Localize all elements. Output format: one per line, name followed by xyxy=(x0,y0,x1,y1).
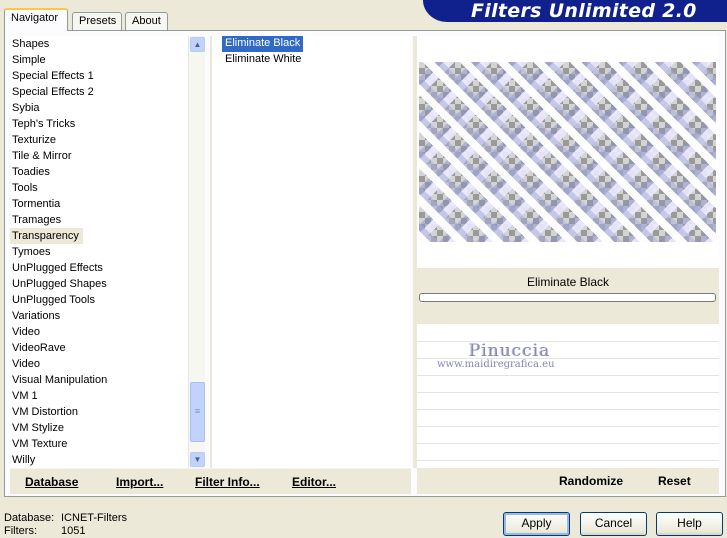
category-list[interactable]: Shapes Simple Special Effects 1 Special Eff… xyxy=(10,36,188,468)
category-item[interactable]: Tile & Mirror xyxy=(10,148,188,164)
filter-info-button-label: Filter Info... xyxy=(195,475,260,489)
parameter-row[interactable] xyxy=(417,445,719,461)
editor-button-label: Editor... xyxy=(292,475,337,489)
category-item[interactable]: VM 1 xyxy=(10,388,188,404)
help-button[interactable]: Help xyxy=(656,512,723,536)
tab-about[interactable]: About xyxy=(125,12,168,30)
splitter[interactable] xyxy=(210,36,212,468)
watermark-url: www.maidiregrafica.eu xyxy=(437,359,555,370)
editor-button[interactable]: Editor... xyxy=(292,475,336,489)
category-item[interactable]: Visual Manipulation xyxy=(10,372,188,388)
parameter-row[interactable] xyxy=(417,377,719,393)
title-banner: Filters Unlimited 2.0 xyxy=(423,0,727,22)
category-item[interactable]: Toadies xyxy=(10,164,188,180)
category-item[interactable]: Video xyxy=(10,356,188,372)
preview-filter-name: Eliminate Black xyxy=(526,275,610,289)
category-item[interactable]: Tramages xyxy=(10,212,188,228)
filter-item[interactable]: Eliminate White xyxy=(222,52,304,68)
category-scrollbar[interactable]: ▲ ≡ ▼ xyxy=(188,36,205,468)
apply-button[interactable]: Apply xyxy=(503,512,570,536)
scroll-up-arrow-icon[interactable]: ▲ xyxy=(190,37,205,52)
parameter-row[interactable] xyxy=(417,394,719,410)
category-item[interactable]: UnPlugged Shapes xyxy=(10,276,188,292)
scroll-down-arrow-icon[interactable]: ▼ xyxy=(190,452,205,467)
database-value: ICNET-Filters xyxy=(61,512,127,524)
filters-label: Filters: xyxy=(4,525,37,537)
category-item[interactable]: Special Effects 2 xyxy=(10,84,188,100)
filter-name-bar: Eliminate Black xyxy=(417,268,719,324)
scroll-thumb[interactable]: ≡ xyxy=(190,382,205,442)
filter-list[interactable]: Eliminate Black Eliminate White xyxy=(213,36,412,468)
category-item[interactable]: Tymoes xyxy=(10,244,188,260)
filters-count: 1051 xyxy=(61,525,86,537)
filter-item[interactable]: Eliminate Black xyxy=(222,36,304,52)
category-item[interactable]: UnPlugged Effects xyxy=(10,260,188,276)
parameter-row[interactable] xyxy=(417,326,719,342)
filter-info-button[interactable]: Filter Info... xyxy=(195,475,260,489)
tab-navigator[interactable]: Navigator xyxy=(4,8,68,31)
status-info: Database: ICNET-Filters Filters: 1051 xyxy=(4,512,127,538)
database-button[interactable]: Database xyxy=(25,475,78,489)
preview-image xyxy=(419,62,716,242)
parameter-row[interactable] xyxy=(417,428,719,444)
import-button[interactable]: Import... xyxy=(116,475,163,489)
category-item[interactable]: Sybia xyxy=(10,100,188,116)
banner-title: Filters Unlimited 2.0 xyxy=(471,0,697,22)
cancel-button[interactable]: Cancel xyxy=(580,512,647,536)
list-actions-bar: Database Import... Filter Info... Editor… xyxy=(10,468,411,494)
preview-actions-bar: Randomize Reset xyxy=(417,468,719,494)
parameter-row[interactable] xyxy=(417,411,719,427)
category-item[interactable]: Tools xyxy=(10,180,188,196)
category-item[interactable]: Tormentia xyxy=(10,196,188,212)
category-item[interactable]: Willy xyxy=(10,452,188,468)
category-item[interactable]: VM Stylize xyxy=(10,420,188,436)
category-item[interactable]: Special Effects 1 xyxy=(10,68,188,84)
category-item[interactable]: Teph's Tricks xyxy=(10,116,188,132)
randomize-button[interactable]: Randomize xyxy=(559,474,623,488)
tab-presets[interactable]: Presets xyxy=(72,12,122,30)
category-item[interactable]: Texturize xyxy=(10,132,188,148)
reset-button[interactable]: Reset xyxy=(658,474,691,488)
category-item[interactable]: VM Distortion xyxy=(10,404,188,420)
preview-panel: Eliminate Black xyxy=(417,36,719,468)
category-item[interactable]: UnPlugged Tools xyxy=(10,292,188,308)
category-item[interactable]: Transparency xyxy=(10,228,83,244)
category-item[interactable]: Variations xyxy=(10,308,188,324)
watermark-name: Pinuccia xyxy=(469,341,551,361)
database-label: Database: xyxy=(4,512,55,524)
progress-bar xyxy=(419,293,716,302)
category-item[interactable]: VideoRave xyxy=(10,340,188,356)
database-button-label: Database xyxy=(25,475,79,489)
category-item[interactable]: Simple xyxy=(10,52,188,68)
category-item[interactable]: Shapes xyxy=(10,36,188,52)
category-item[interactable]: Video xyxy=(10,324,188,340)
watermark: Pinuccia www.maidiregrafica.eu xyxy=(437,341,707,370)
import-button-label: Import... xyxy=(116,475,164,489)
category-item[interactable]: VM Texture xyxy=(10,436,188,452)
